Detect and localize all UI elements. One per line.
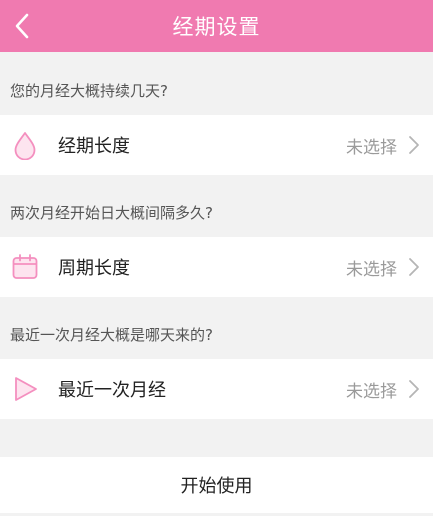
cycle-length-label: 周期长度: [58, 258, 130, 279]
period-settings-screen: 经期设置 您的月经大概持续几天? 经期长度 未选择 两次月经开始日大概间隔多久?…: [0, 0, 433, 516]
chevron-left-icon: [15, 13, 29, 39]
page-title: 经期设置: [172, 15, 261, 39]
period-length-value: 未选择: [346, 137, 397, 158]
last-period-row[interactable]: 最近一次月经 未选择: [0, 359, 433, 419]
cycle-length-row[interactable]: 周期长度 未选择: [0, 237, 433, 297]
chevron-right-icon: [409, 136, 419, 154]
calendar-icon: [12, 254, 38, 279]
period-length-label: 经期长度: [58, 136, 130, 157]
chevron-right-icon: [409, 258, 419, 276]
back-button[interactable]: [0, 0, 44, 52]
chevron-right-icon: [409, 380, 419, 398]
start-using-button[interactable]: 开始使用: [0, 457, 433, 513]
section-question-cycle: 两次月经开始日大概间隔多久?: [10, 204, 213, 222]
last-period-label: 最近一次月经: [58, 380, 166, 401]
header-bar: 经期设置: [0, 0, 433, 52]
last-period-value: 未选择: [346, 381, 397, 402]
drop-icon: [14, 132, 36, 160]
play-icon: [15, 377, 37, 401]
section-question-duration: 您的月经大概持续几天?: [10, 82, 168, 100]
cycle-length-value: 未选择: [346, 259, 397, 280]
period-length-row[interactable]: 经期长度 未选择: [0, 115, 433, 175]
section-question-last-period: 最近一次月经大概是哪天来的?: [10, 326, 213, 344]
